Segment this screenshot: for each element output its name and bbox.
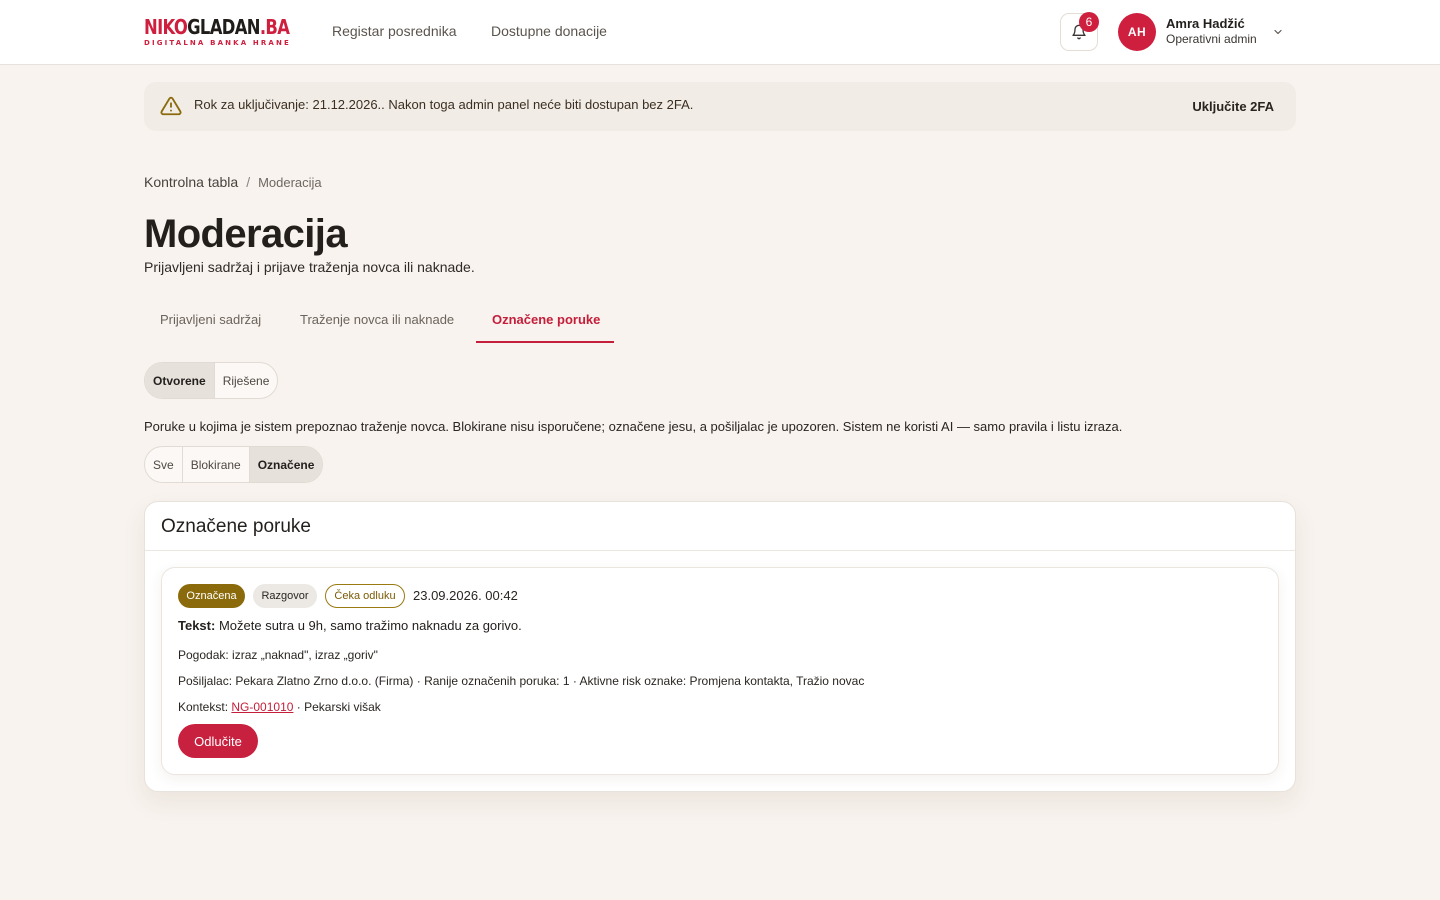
filter-blokirane[interactable]: Blokirane <box>183 447 250 482</box>
context-rest: · Pekarski višak <box>296 700 381 714</box>
context-label: Kontekst: <box>178 700 229 714</box>
decision-badge: Čeka odluku <box>325 584 405 608</box>
logo-wordmark: NIKOGLADAN.BA <box>144 15 290 39</box>
message-context: Kontekst: NG-001010 · Pekarski višak <box>178 700 381 714</box>
context-link[interactable]: NG-001010 <box>231 700 293 714</box>
nav-link-dostupne-donacije[interactable]: Dostupne donacije <box>491 22 607 40</box>
status-filter: Otvorene Riješene <box>144 362 279 399</box>
user-avatar[interactable]: AH <box>1118 13 1156 51</box>
status-badge: Označena <box>178 584 245 608</box>
message-text: Tekst: Možete sutra u 9h, samo tražimo n… <box>178 618 522 633</box>
filter-otvorene[interactable]: Otvorene <box>145 363 215 398</box>
filter-rijesene[interactable]: Riješene <box>215 363 278 398</box>
warning-triangle-icon <box>160 96 182 116</box>
notification-count-badge: 6 <box>1079 12 1099 32</box>
filter-sve[interactable]: Sve <box>145 447 183 482</box>
2fa-banner-text: Rok za uključivanje: 21.12.2026.. Nakon … <box>194 97 694 112</box>
tab-trazenje-novca[interactable]: Traženje novca ili naknade <box>300 312 454 327</box>
breadcrumb: Kontrolna tabla / Moderacija <box>144 174 322 190</box>
flagged-messages-card: Označene poruke Označena Razgovor Čeka o… <box>144 501 1296 792</box>
tab-oznacene-poruke[interactable]: Označene poruke <box>492 312 600 327</box>
enable-2fa-button[interactable]: Uključite 2FA <box>1192 99 1274 114</box>
chevron-down-icon[interactable] <box>1272 26 1284 38</box>
message-text-label: Tekst: <box>178 618 216 633</box>
message-match-info: Pogodak: izraz „naknad", izraz „goriv" <box>178 648 378 662</box>
user-name[interactable]: Amra Hadžić <box>1166 16 1245 31</box>
logo-tagline: DIGITALNA BANKA HRANE <box>144 39 291 47</box>
type-badge: Razgovor <box>253 584 317 608</box>
breadcrumb-current: Moderacija <box>258 175 322 190</box>
2fa-warning-banner: Rok za uključivanje: 21.12.2026.. Nakon … <box>144 82 1296 131</box>
breadcrumb-link-kontrolna-tabla[interactable]: Kontrolna tabla <box>144 174 238 190</box>
user-role: Operativni admin <box>1166 32 1257 46</box>
breadcrumb-separator: / <box>246 174 251 190</box>
decide-button[interactable]: Odlučite <box>178 724 258 758</box>
tab-prijavljeni-sadrzaj[interactable]: Prijavljeni sadržaj <box>160 312 261 327</box>
nav-link-registar-posrednika[interactable]: Registar posrednika <box>332 22 457 40</box>
flagged-message-item: Označena Razgovor Čeka odluku 23.09.2026… <box>161 567 1279 775</box>
message-timestamp: 23.09.2026. 00:42 <box>413 588 518 603</box>
section-description: Poruke u kojima je sistem prepoznao traž… <box>144 419 1123 434</box>
nikogladan-logo[interactable]: NIKOGLADAN.BA DIGITALNA BANKA HRANE <box>144 15 291 47</box>
page-subtitle: Prijavljeni sadržaj i prijave traženja n… <box>144 259 475 275</box>
filter-oznacene[interactable]: Označene <box>249 447 323 482</box>
card-divider <box>145 550 1295 551</box>
top-navigation-bar: NIKOGLADAN.BA DIGITALNA BANKA HRANE Regi… <box>0 0 1440 65</box>
page-title: Moderacija <box>144 212 348 256</box>
card-title: Označene poruke <box>161 516 311 537</box>
message-text-value: Možete sutra u 9h, samo tražimo naknadu … <box>218 618 522 633</box>
active-tab-indicator <box>476 341 614 343</box>
type-filter: Sve Blokirane Označene <box>144 446 324 483</box>
message-sender-info: Pošiljalac: Pekara Zlatno Zrno d.o.o. (F… <box>178 674 865 688</box>
